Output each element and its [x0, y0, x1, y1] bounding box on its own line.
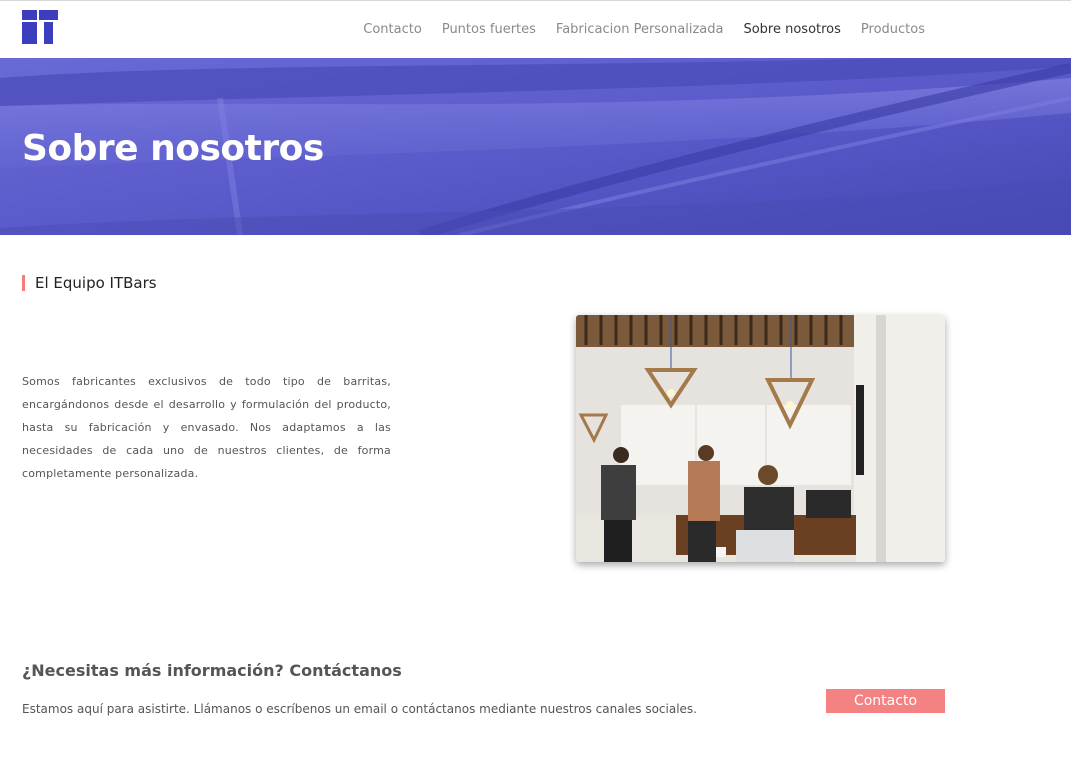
- team-photo: [576, 315, 945, 562]
- contacto-button[interactable]: Contacto: [826, 689, 945, 713]
- team-heading-text: El Equipo ITBars: [35, 274, 157, 292]
- site-header: Contacto Puntos fuertes Fabricacion Pers…: [0, 1, 1071, 58]
- nav-item-puntos-fuertes[interactable]: Puntos fuertes: [442, 22, 536, 37]
- nav-item-sobre-nosotros[interactable]: Sobre nosotros: [743, 22, 840, 37]
- hero-title: Sobre nosotros: [22, 128, 324, 169]
- contact-cta-text: Estamos aquí para asistirte. Llámanos o …: [22, 702, 697, 716]
- team-heading: El Equipo ITBars: [22, 274, 157, 292]
- nav-item-fabricacion-personalizada[interactable]: Fabricacion Personalizada: [556, 22, 724, 37]
- main-nav: Contacto Puntos fuertes Fabricacion Pers…: [343, 22, 925, 37]
- nav-item-contacto[interactable]: Contacto: [363, 22, 422, 37]
- heading-marker: [22, 275, 25, 291]
- itbars-logo-icon: [22, 10, 58, 44]
- team-description: Somos fabricantes exclusivos de todo tip…: [22, 375, 391, 480]
- hero-banner: Sobre nosotros: [0, 58, 1071, 235]
- nav-item-productos[interactable]: Productos: [861, 22, 925, 37]
- office-team-image: [576, 315, 945, 562]
- contact-cta-title: ¿Necesitas más información? Contáctanos: [22, 661, 402, 680]
